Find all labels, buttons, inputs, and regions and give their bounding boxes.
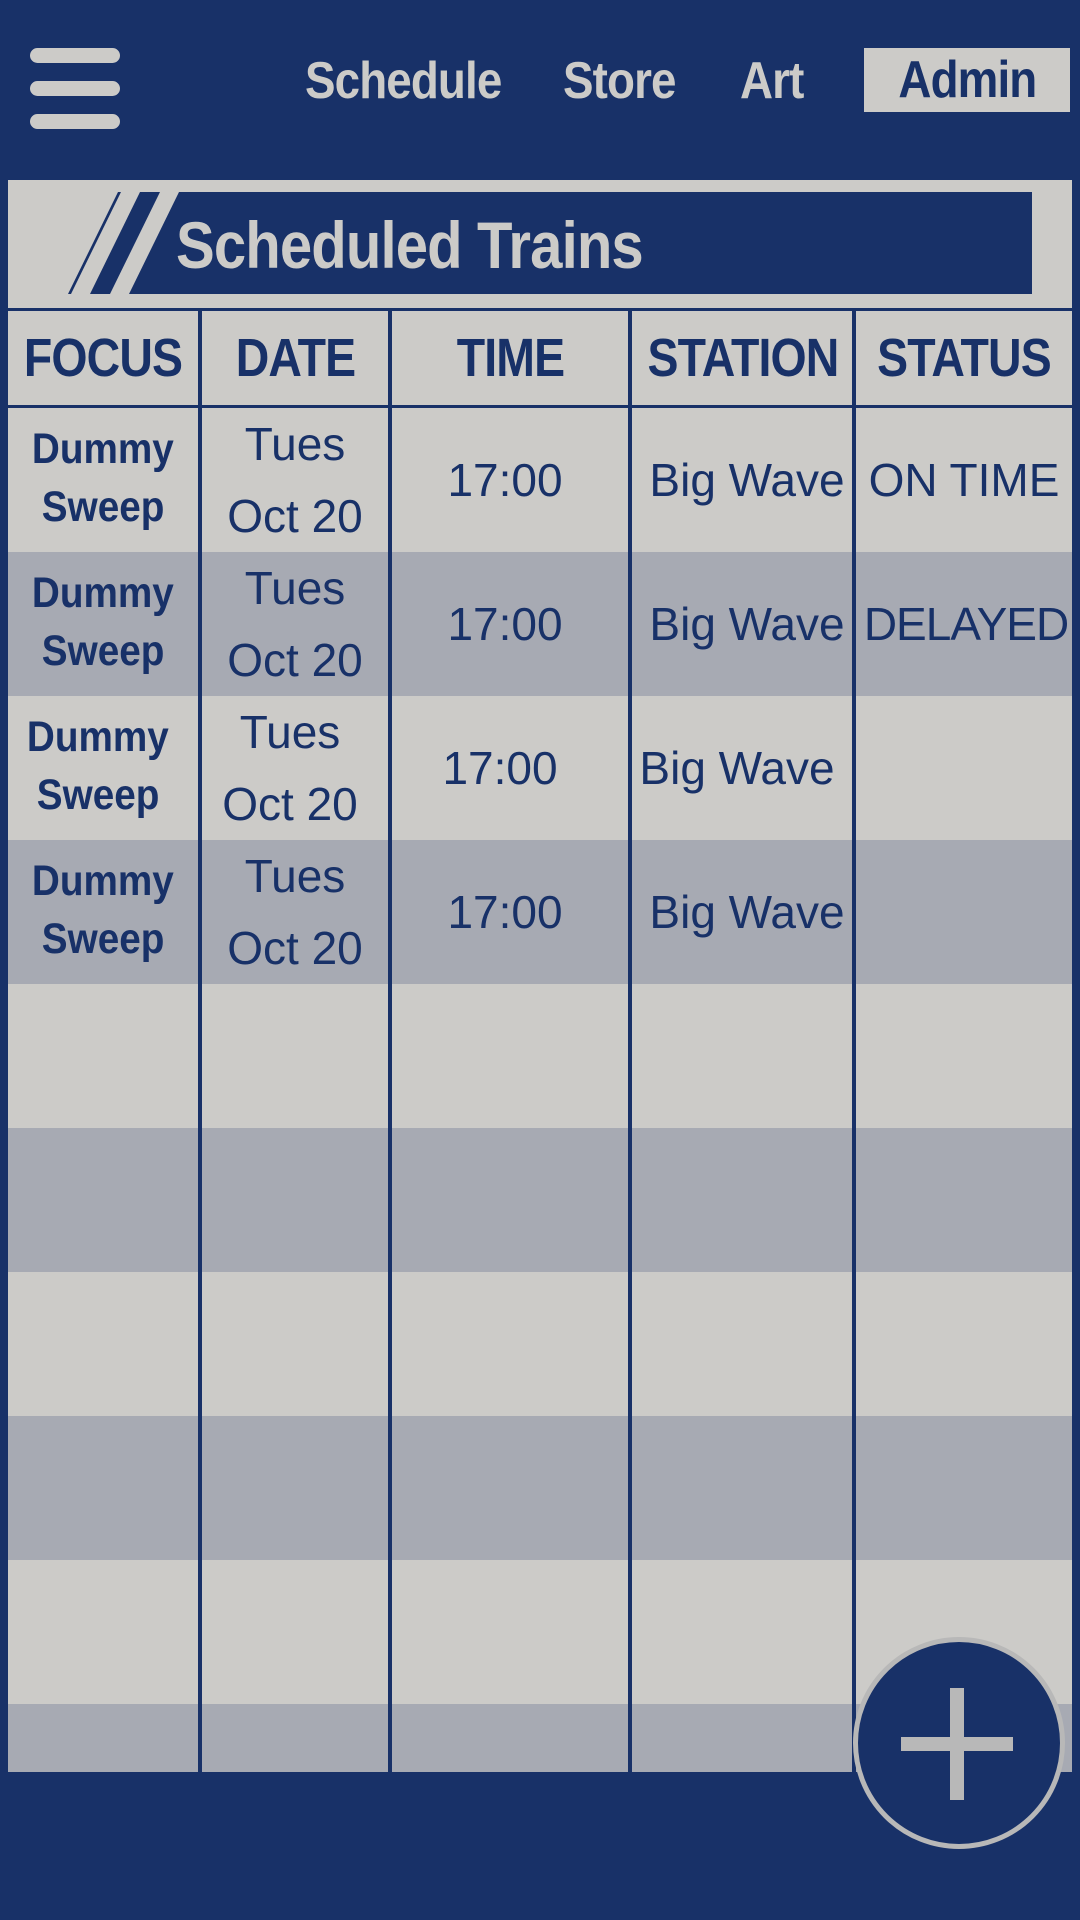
menu-bar xyxy=(30,114,120,129)
focus-cell: Dummy Sweep xyxy=(32,857,174,963)
menu-bar xyxy=(30,48,120,63)
status-cell xyxy=(856,696,1072,840)
empty-table-row xyxy=(8,1272,1072,1416)
date-cell: Tues Oct 20 xyxy=(222,706,358,830)
empty-table-row xyxy=(8,984,1072,1128)
table-row[interactable]: Dummy Sweep Tues Oct 20 17:00 Big Wave ON … xyxy=(8,408,1072,552)
time-cell: 17:00 xyxy=(447,598,563,650)
focus-cell: Dummy Sweep xyxy=(27,713,169,819)
date-cell: Tues Oct 20 xyxy=(227,562,363,686)
station-cell: Big Wave xyxy=(639,742,835,794)
column-divider xyxy=(388,311,392,1772)
table-row[interactable]: Dummy Sweep Tues Oct 20 17:00 Big Wave DEL… xyxy=(8,552,1072,696)
table-row[interactable]: Dummy Sweep Tues Oct 20 17:00 Big Wave xyxy=(8,840,1072,984)
plus-icon xyxy=(950,1688,964,1800)
column-header-status: STATUS xyxy=(877,328,1052,388)
date-cell: Tues Oct 20 xyxy=(227,418,363,542)
add-train-button[interactable] xyxy=(853,1637,1065,1849)
hamburger-menu-icon[interactable] xyxy=(30,48,120,130)
column-divider xyxy=(198,311,202,1772)
time-cell: 17:00 xyxy=(442,742,558,794)
column-divider xyxy=(628,311,632,1772)
title-banner: Scheduled Trains xyxy=(8,180,1072,308)
table-row[interactable]: Dummy Sweep Tues Oct 20 17:00 Big Wave xyxy=(8,696,1072,840)
column-header-focus: FOCUS xyxy=(23,328,183,388)
time-cell: 17:00 xyxy=(447,886,563,938)
nav-link-store[interactable]: Store xyxy=(563,52,676,110)
status-cell: ON TIME xyxy=(868,454,1060,506)
station-cell: Big Wave xyxy=(649,598,845,650)
empty-table-row xyxy=(8,1128,1072,1272)
nav-link-art[interactable]: Art xyxy=(740,52,804,110)
station-cell: Big Wave xyxy=(649,886,845,938)
trains-table: FOCUS DATE TIME STATION STATUS Dummy Swee… xyxy=(8,311,1072,1772)
column-divider xyxy=(852,311,856,1772)
focus-cell: Dummy Sweep xyxy=(32,569,174,675)
station-cell: Big Wave xyxy=(649,454,845,506)
status-cell xyxy=(856,840,1072,984)
column-header-station: STATION xyxy=(647,328,840,388)
focus-cell: Dummy Sweep xyxy=(32,425,174,531)
page-title: Scheduled Trains xyxy=(176,208,644,282)
table-header-row: FOCUS DATE TIME STATION STATUS xyxy=(8,311,1072,408)
admin-button-label: Admin xyxy=(898,51,1037,109)
admin-button[interactable]: Admin xyxy=(864,48,1070,112)
schedule-panel: Scheduled Trains FOCUS DATE TIME STATION… xyxy=(8,180,1072,1772)
column-header-date: DATE xyxy=(235,328,355,388)
status-cell: DELAYED xyxy=(863,598,1069,650)
empty-table-row xyxy=(8,1416,1072,1560)
nav-link-schedule[interactable]: Schedule xyxy=(305,52,502,110)
date-cell: Tues Oct 20 xyxy=(227,850,363,974)
column-header-time: TIME xyxy=(456,328,564,388)
time-cell: 17:00 xyxy=(447,454,563,506)
menu-bar xyxy=(30,81,120,96)
